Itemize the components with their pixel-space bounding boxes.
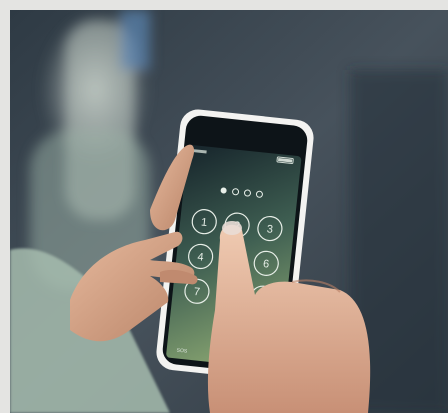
key-4: 4 bbox=[197, 251, 204, 264]
photo-image: 1 2 3 4 5 6 7 8 9 SOS bbox=[10, 10, 448, 413]
key-1: 1 bbox=[200, 216, 207, 229]
key-7: 7 bbox=[193, 286, 200, 299]
key-3: 3 bbox=[266, 223, 273, 236]
fingernail bbox=[222, 221, 242, 235]
key-6: 6 bbox=[262, 258, 269, 271]
photo-frame: 1 2 3 4 5 6 7 8 9 SOS bbox=[10, 10, 448, 413]
emergency-label: SOS bbox=[176, 347, 188, 354]
